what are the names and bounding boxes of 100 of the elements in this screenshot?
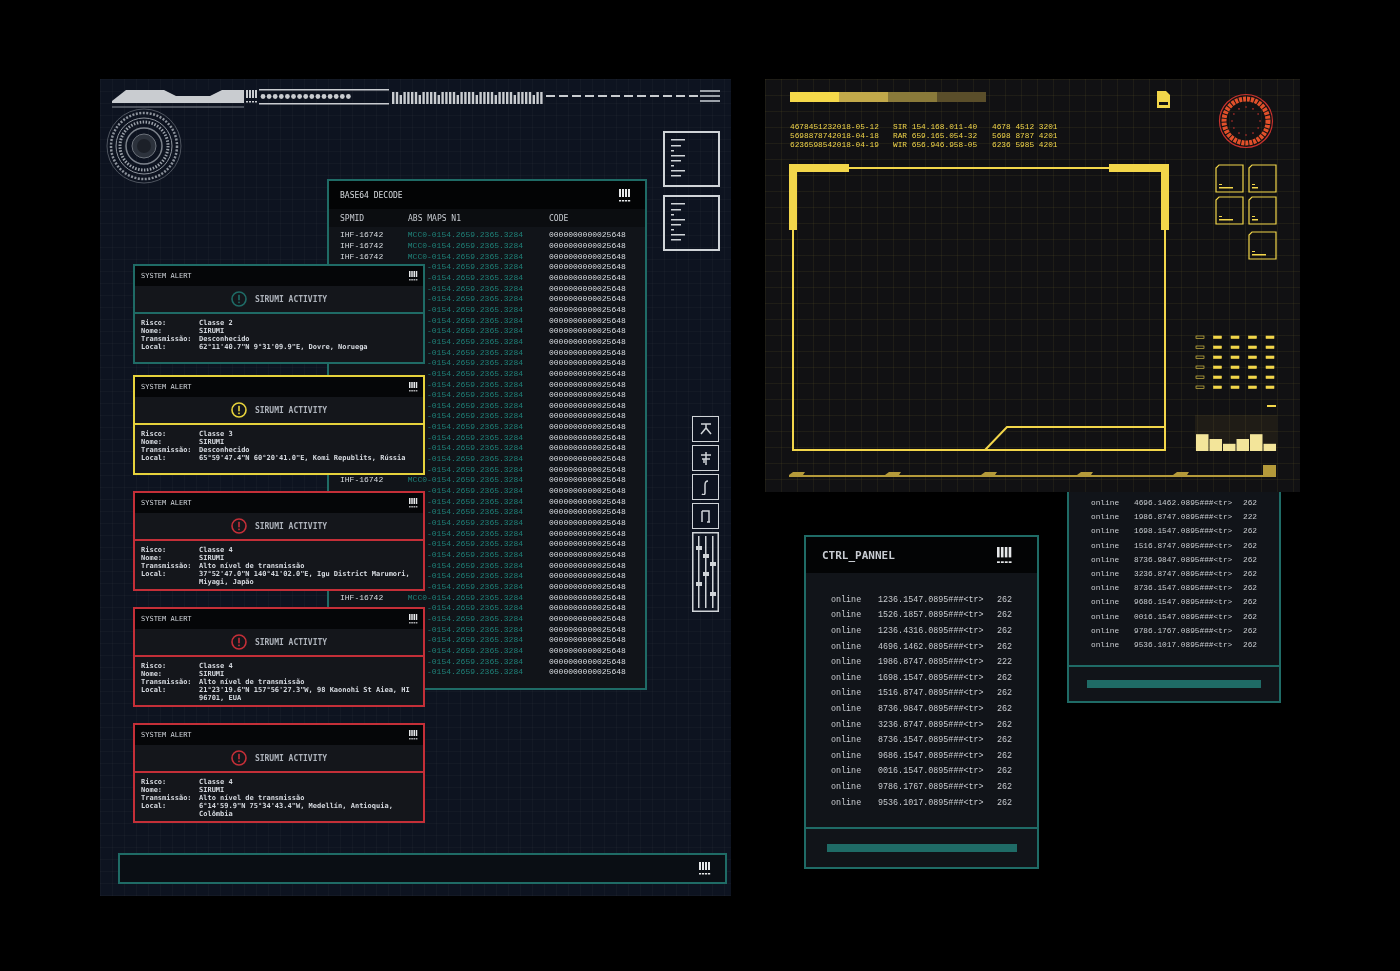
table-cell: -0154.2659.2365.3284	[427, 603, 523, 614]
table-cell: -0154.2659.2365.3284	[427, 645, 523, 656]
value-text: 9536.1017.0895###<tr>	[878, 797, 985, 808]
table-cell: -0154.2659.2365.3284	[427, 390, 523, 401]
status-text: online	[831, 672, 863, 683]
table-cell: 0000000000025648	[549, 667, 626, 678]
alert-icon	[230, 518, 247, 534]
table-cell: 0000000000025648	[549, 358, 626, 369]
table-cell: 0000000000025648	[549, 368, 626, 379]
table-cell: MCC0-0154.2659.2365.3284	[407, 251, 523, 262]
value-text: 9786.1767.0895###<tr>	[878, 781, 985, 792]
table-cell: -0154.2659.2365.3284	[427, 656, 523, 667]
table-cell: MCC0-0154.2659.2365.3284	[407, 475, 523, 486]
table-cell: 0000000000025648	[549, 272, 626, 283]
bars-icon	[409, 730, 418, 740]
alert-icon	[230, 291, 247, 307]
status-text: online	[831, 766, 863, 777]
table-cell: -0154.2659.2365.3284	[427, 304, 523, 315]
table-cell: IHF-16742	[340, 230, 384, 241]
table-cell: -0154.2659.2365.3284	[427, 358, 523, 369]
table-cell: -0154.2659.2365.3284	[427, 272, 523, 283]
table-cell: -0154.2659.2365.3284	[427, 443, 523, 454]
status-text: online	[831, 594, 863, 605]
table-cell: -0154.2659.2365.3284	[427, 613, 523, 624]
count-text: 262	[997, 735, 1014, 746]
table-cell: 0000000000025648	[549, 560, 626, 571]
window-title: BASE64 DECODE	[340, 190, 403, 200]
column-header: ABS MAPS N1	[407, 213, 462, 223]
table-cell: -0154.2659.2365.3284	[427, 411, 523, 422]
status-text: online	[831, 641, 863, 652]
count-text: 262	[997, 688, 1014, 699]
status-text: online	[831, 719, 863, 730]
table-cell: -0154.2659.2365.3284	[427, 624, 523, 635]
table-cell: -0154.2659.2365.3284	[427, 635, 523, 646]
memo-drawing	[663, 131, 720, 187]
table-cell: 0000000000025648	[549, 592, 626, 603]
count-text: 262	[997, 797, 1014, 808]
table-cell: -0154.2659.2365.3284	[427, 528, 523, 539]
table-cell: -0154.2659.2365.3284	[427, 368, 523, 379]
value-text: 1698.1547.0895###<tr>	[878, 672, 985, 683]
column-header: CODE	[548, 213, 570, 223]
value-text: 0016.1547.0895###<tr>	[878, 766, 985, 777]
tool-button[interactable]	[692, 445, 719, 471]
bars-icon	[409, 614, 418, 624]
table-cell: 0000000000025648	[549, 582, 626, 592]
table-cell: -0154.2659.2365.3284	[427, 400, 523, 411]
table-cell: 0000000000025648	[549, 528, 626, 539]
table-cell: 0000000000025648	[549, 486, 626, 497]
table-cell: -0154.2659.2365.3284	[427, 379, 523, 390]
tool-button[interactable]	[692, 503, 719, 529]
value-text: 3236.8747.0895###<tr>	[878, 719, 985, 730]
tool-button[interactable]	[692, 416, 719, 442]
value-text: 4696.1462.0895###<tr>	[878, 641, 985, 652]
count-text: 262	[997, 610, 1014, 621]
table-cell: 0000000000025648	[549, 251, 626, 262]
value-text: 1236.1547.0895###<tr>	[878, 594, 985, 605]
alert-heading: SIRUMI ACTIVITY	[254, 753, 328, 763]
table-cell: -0154.2659.2365.3284	[427, 454, 523, 465]
table-cell: 0000000000025648	[549, 507, 626, 518]
table-cell: IHF-16742	[340, 592, 384, 603]
table-cell: -0154.2659.2365.3284	[427, 486, 523, 497]
table-cell: 0000000000025648	[549, 241, 626, 251]
memo-drawing	[663, 195, 720, 251]
status-text: online	[831, 703, 863, 714]
table-cell: IHF-16742	[340, 251, 384, 262]
table-cell: 0000000000025648	[549, 230, 626, 241]
table-cell: -0154.2659.2365.3284	[427, 550, 523, 560]
bars-icon	[997, 546, 1013, 564]
table-cell: 0000000000025648	[549, 635, 626, 646]
status-text: online	[831, 781, 863, 792]
count-text: 262	[997, 703, 1014, 714]
status-text: online	[831, 735, 863, 746]
table-cell: 0000000000025648	[549, 571, 626, 582]
count-text: 222	[997, 657, 1014, 668]
value-text: 1516.8747.0895###<tr>	[878, 688, 985, 699]
tool-button[interactable]	[692, 474, 719, 500]
alert-heading: SIRUMI ACTIVITY	[254, 405, 328, 415]
table-cell: 0000000000025648	[549, 390, 626, 401]
count-text: 262	[997, 719, 1014, 730]
table-cell: -0154.2659.2365.3284	[427, 518, 523, 529]
table-cell: 0000000000025648	[549, 411, 626, 422]
count-text: 262	[997, 641, 1014, 652]
alert-icon	[230, 750, 247, 766]
dial-icon	[1218, 93, 1274, 149]
table-cell: -0154.2659.2365.3284	[427, 464, 523, 475]
table-cell: 0000000000025648	[549, 656, 626, 667]
status-text: online	[831, 657, 863, 668]
alert-icon	[230, 634, 247, 650]
value-text: 1986.8747.0895###<tr>	[878, 657, 985, 668]
value-text: 8736.1547.0895###<tr>	[878, 735, 985, 746]
table-cell: -0154.2659.2365.3284	[427, 315, 523, 326]
bars-icon	[699, 862, 711, 875]
table-cell: -0154.2659.2365.3284	[427, 560, 523, 571]
table-cell: 0000000000025648	[549, 422, 626, 433]
file-icon	[1157, 91, 1170, 108]
table-cell: 0000000000025648	[549, 347, 626, 358]
bars-icon	[409, 498, 418, 508]
table-cell: 0000000000025648	[549, 645, 626, 656]
table-cell: -0154.2659.2365.3284	[427, 539, 523, 550]
bars-icon	[409, 271, 418, 281]
